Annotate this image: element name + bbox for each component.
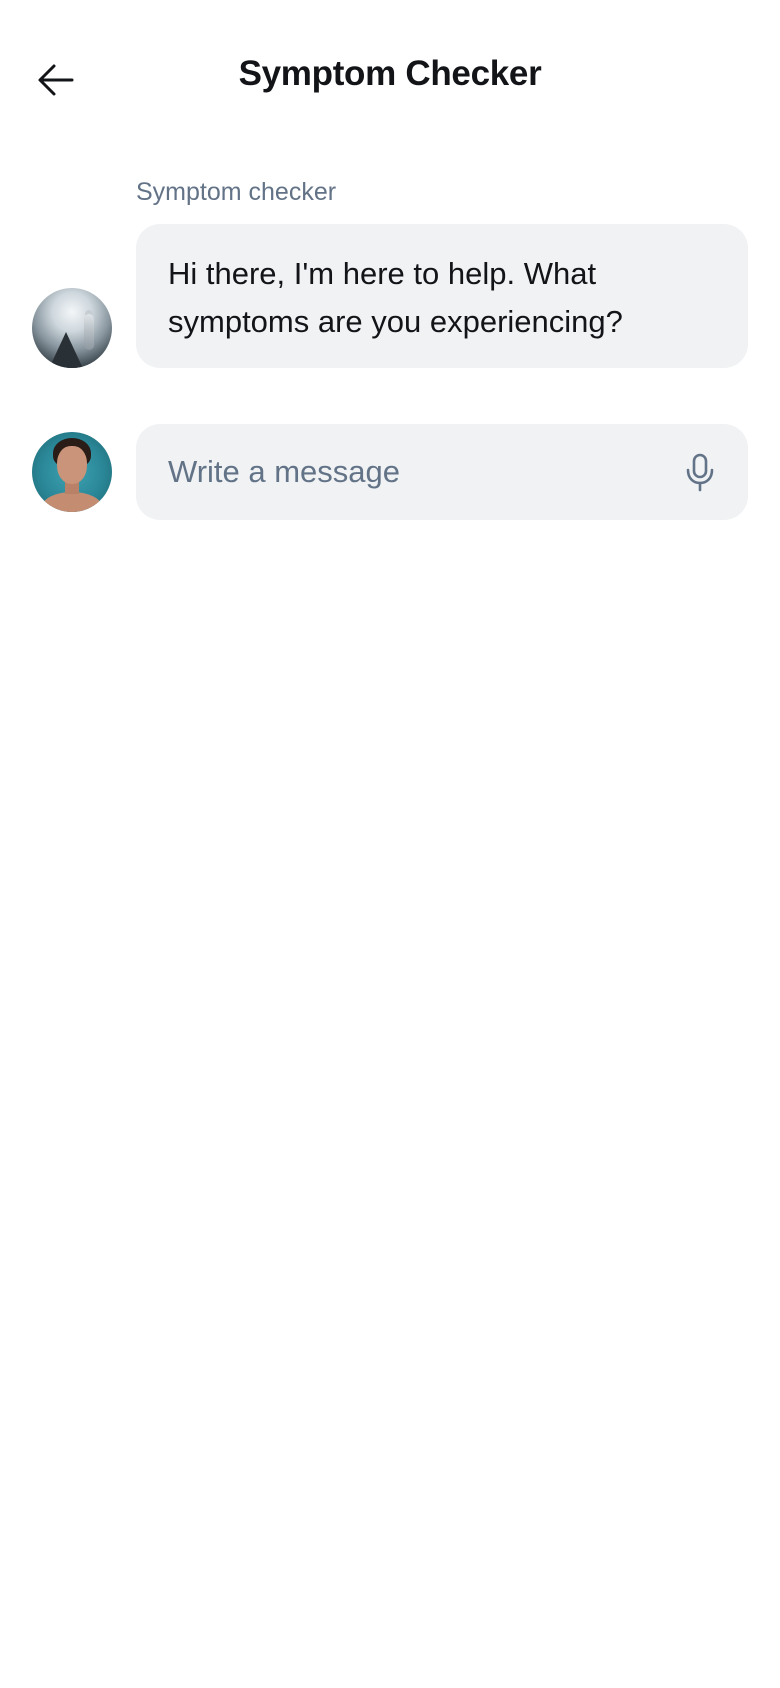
- message-composer: [136, 424, 748, 520]
- bot-message-bubble: Hi there, I'm here to help. What symptom…: [136, 224, 748, 368]
- bot-avatar: [32, 288, 112, 368]
- user-avatar: [32, 432, 112, 512]
- message-input[interactable]: [168, 424, 648, 520]
- app-header: Symptom Checker: [0, 0, 780, 160]
- page-title: Symptom Checker: [238, 54, 542, 93]
- microphone-icon: [686, 453, 714, 492]
- mic-button[interactable]: [676, 448, 724, 496]
- sender-label: Symptom checker: [136, 178, 337, 206]
